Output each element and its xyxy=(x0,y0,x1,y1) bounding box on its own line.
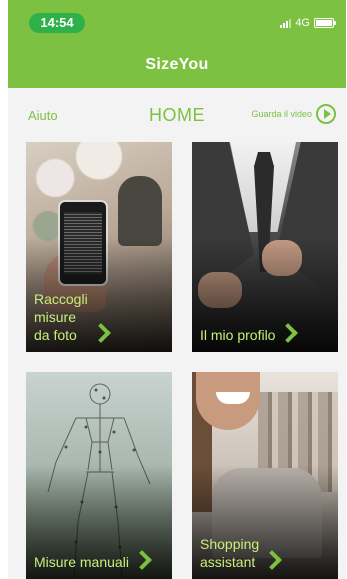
chevron-right-icon xyxy=(90,323,111,343)
status-time: 14:54 xyxy=(29,13,85,33)
tile-manual-measure-label: Misure manuali xyxy=(34,550,152,571)
signal-icon xyxy=(280,18,292,28)
chevron-right-icon xyxy=(132,550,152,570)
home-nav: Aiuto HOME Guarda il video xyxy=(8,96,346,132)
tile-my-profile-label: Il mio profilo xyxy=(200,323,299,344)
app-screen: 14:54 4G SizeYou Aiuto HOME Guarda il vi… xyxy=(8,0,346,579)
battery-icon xyxy=(314,18,336,28)
watch-video-label: Guarda il video xyxy=(251,109,312,119)
app-header: 14:54 4G SizeYou xyxy=(8,0,346,88)
chevron-right-icon xyxy=(278,323,299,343)
status-icons: 4G xyxy=(280,14,336,32)
tile-my-profile[interactable]: Il mio profilo xyxy=(192,142,338,352)
tile-shopping-assistant-label: Shopping assistant xyxy=(200,535,283,571)
play-icon[interactable] xyxy=(316,104,336,124)
watch-video-link[interactable]: Guarda il video xyxy=(251,104,336,124)
network-type: 4G xyxy=(295,17,310,29)
app-title: SizeYou xyxy=(145,56,209,73)
tile-photo-measure[interactable]: Raccogli misure da foto xyxy=(26,142,172,352)
tile-photo-measure-label: Raccogli misure da foto xyxy=(34,290,111,344)
smiling-woman-image xyxy=(196,372,260,430)
chevron-right-icon xyxy=(262,550,283,570)
tile-manual-measure[interactable]: Misure manuali xyxy=(26,372,172,579)
tile-shopping-assistant[interactable]: Shopping assistant xyxy=(192,372,338,579)
